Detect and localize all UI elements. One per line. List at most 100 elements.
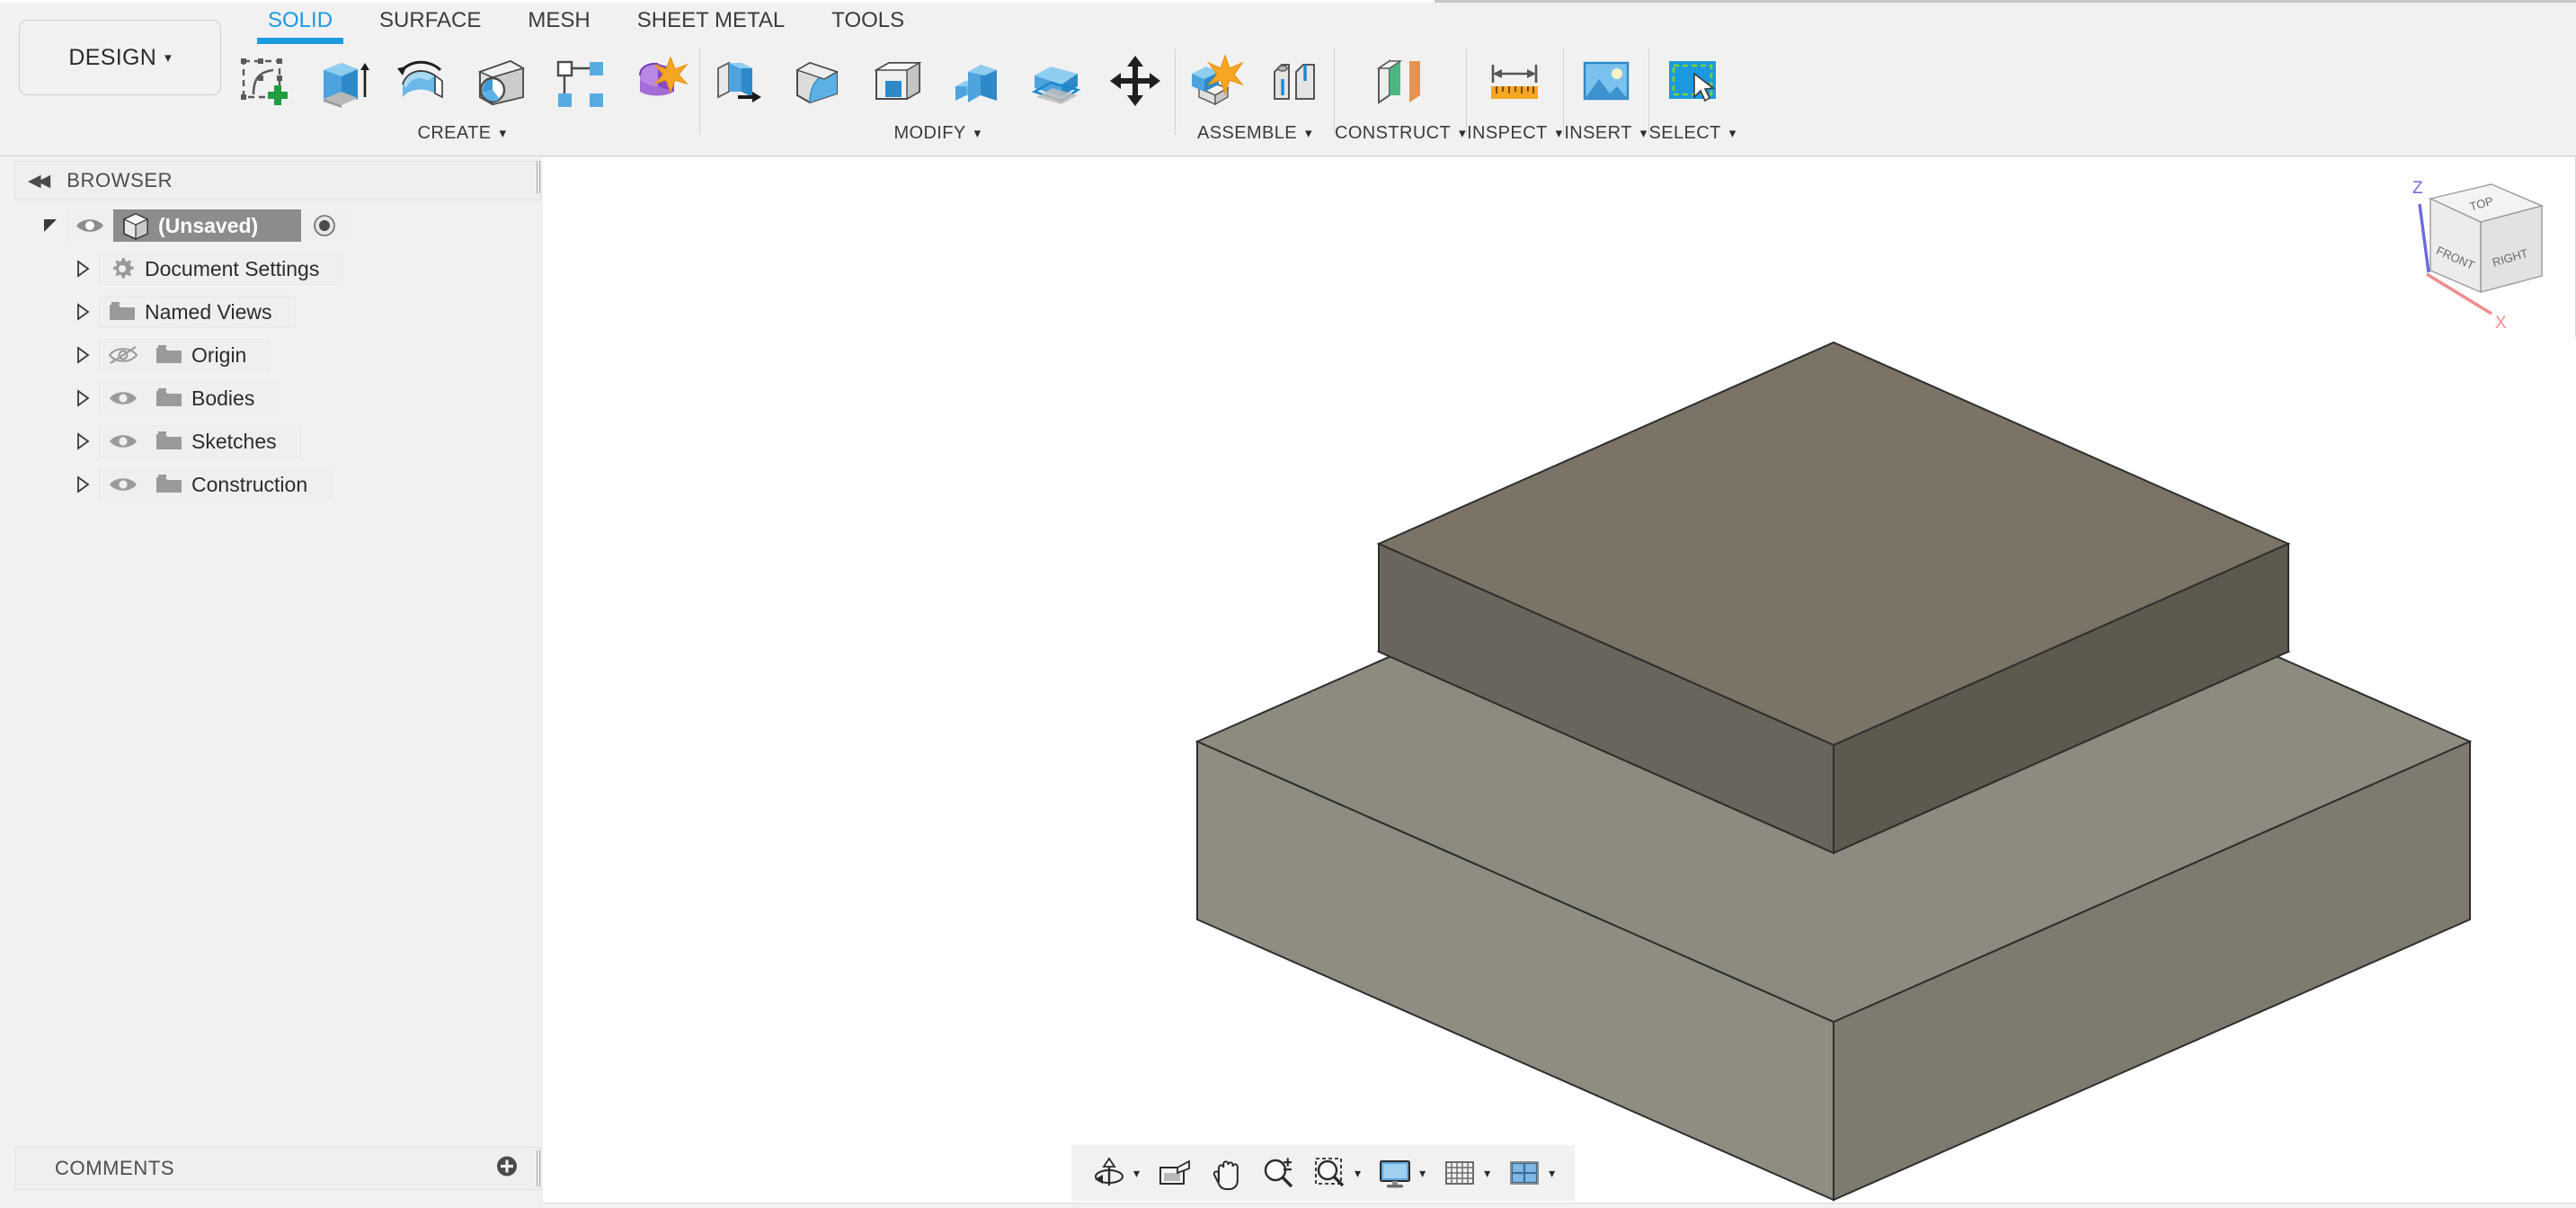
tab-mesh[interactable]: MESH bbox=[504, 5, 613, 36]
comments-title: COMMENTS bbox=[55, 1157, 175, 1179]
tree-label-named-views: Named Views bbox=[145, 299, 272, 324]
extrude-button[interactable] bbox=[304, 43, 383, 119]
tree-row-bodies-body[interactable]: Bodies bbox=[99, 382, 280, 414]
expand-toggle-document-settings[interactable] bbox=[67, 259, 99, 279]
folder-icon bbox=[100, 300, 145, 324]
browser-tree: (Unsaved) Document Settings Named Views … bbox=[0, 204, 543, 506]
tree-row-origin[interactable]: Origin bbox=[0, 333, 543, 377]
select-button[interactable] bbox=[1650, 43, 1735, 119]
comments-resize-handle[interactable] bbox=[537, 1150, 540, 1186]
visibility-toggle-bodies[interactable] bbox=[100, 388, 147, 408]
expand-toggle-root[interactable] bbox=[34, 216, 67, 235]
create-form-button[interactable] bbox=[620, 43, 699, 119]
combine-button[interactable] bbox=[937, 43, 1017, 119]
inspect-group-label[interactable]: INSPECT ▾ bbox=[1467, 119, 1562, 147]
visibility-toggle-sketches[interactable] bbox=[100, 431, 147, 451]
comments-bar[interactable]: COMMENTS bbox=[14, 1147, 541, 1190]
fillet-button[interactable] bbox=[779, 43, 858, 119]
tree-row-root[interactable]: (Unsaved) bbox=[0, 204, 543, 247]
tree-row-sketches-body[interactable]: Sketches bbox=[99, 425, 301, 457]
tree-row-document-settings[interactable]: Document Settings bbox=[0, 247, 543, 290]
press-pull-button[interactable] bbox=[700, 43, 779, 119]
joint-button[interactable] bbox=[1255, 43, 1334, 119]
select-group-label[interactable]: SELECT ▾ bbox=[1649, 119, 1737, 147]
insert-image-button[interactable] bbox=[1564, 43, 1648, 119]
tab-mesh-label: MESH bbox=[528, 8, 591, 32]
expand-toggle-named-views[interactable] bbox=[67, 302, 99, 322]
orbit-button[interactable]: ▾ bbox=[1084, 1149, 1147, 1197]
tab-solid[interactable]: SOLID bbox=[244, 5, 356, 44]
workspace-switcher-button[interactable]: DESIGN ▾ bbox=[19, 20, 221, 95]
workspace-switcher-label: DESIGN bbox=[68, 44, 157, 70]
tree-row-named-views-body[interactable]: Named Views bbox=[99, 296, 297, 328]
modify-group-label[interactable]: MODIFY ▾ bbox=[700, 119, 1175, 147]
tree-row-document-settings-body[interactable]: Document Settings bbox=[99, 253, 344, 285]
model-stepped-frustum[interactable] bbox=[543, 157, 2576, 1208]
new-component-button[interactable] bbox=[1176, 43, 1255, 119]
shell-button[interactable] bbox=[858, 43, 937, 119]
zoom-button[interactable] bbox=[1253, 1149, 1303, 1197]
root-node-chip[interactable]: (Unsaved) bbox=[113, 209, 302, 242]
expand-toggle-origin[interactable] bbox=[67, 345, 99, 365]
tool-group-insert: INSERT ▾ bbox=[1564, 43, 1648, 156]
chevron-down-icon: ▾ bbox=[1555, 126, 1563, 141]
root-node-label: (Unsaved) bbox=[158, 213, 259, 237]
tree-row-origin-body[interactable]: Origin bbox=[99, 339, 271, 371]
tab-surface[interactable]: SURFACE bbox=[356, 5, 504, 36]
hole-button[interactable] bbox=[462, 43, 541, 119]
tool-group-assemble: ASSEMBLE ▾ bbox=[1176, 43, 1334, 156]
chevron-down-icon[interactable]: ▾ bbox=[1484, 1166, 1490, 1181]
chevron-down-icon[interactable]: ▾ bbox=[1355, 1166, 1361, 1181]
tree-row-named-views[interactable]: Named Views bbox=[0, 290, 543, 333]
browser-header[interactable]: ◀◀ BROWSER bbox=[14, 161, 541, 200]
offset-plane-button[interactable] bbox=[1358, 43, 1443, 119]
tree-label-origin: Origin bbox=[191, 342, 247, 367]
view-cube[interactable]: TOP FRONT RIGHT Z X bbox=[2366, 166, 2560, 337]
tool-group-create: CREATE ▾ bbox=[225, 43, 699, 156]
create-group-label[interactable]: CREATE ▾ bbox=[225, 119, 699, 147]
tab-solid-label: SOLID bbox=[268, 8, 333, 32]
grid-snaps-button[interactable]: ▾ bbox=[1435, 1149, 1497, 1197]
construct-group-label[interactable]: CONSTRUCT ▾ bbox=[1335, 119, 1466, 147]
tree-row-bodies[interactable]: Bodies bbox=[0, 377, 543, 420]
create-sketch-button[interactable] bbox=[225, 43, 304, 119]
expand-toggle-construction[interactable] bbox=[67, 475, 99, 494]
tab-sheet-metal-label: SHEET METAL bbox=[636, 8, 786, 32]
folder-icon bbox=[147, 343, 191, 367]
chevron-down-icon[interactable]: ▾ bbox=[1549, 1166, 1555, 1181]
expand-toggle-sketches[interactable] bbox=[67, 431, 99, 451]
display-settings-button[interactable]: ▾ bbox=[1370, 1149, 1433, 1197]
component-activate-toggle[interactable] bbox=[301, 212, 348, 239]
insert-group-label[interactable]: INSERT ▾ bbox=[1564, 119, 1648, 147]
visibility-toggle-root[interactable] bbox=[67, 216, 113, 235]
collapse-left-icon[interactable]: ◀◀ bbox=[28, 171, 50, 191]
tree-row-root-body[interactable]: (Unsaved) bbox=[67, 209, 349, 242]
plus-circle-icon[interactable] bbox=[495, 1155, 519, 1183]
tab-tools-label: TOOLS bbox=[831, 8, 905, 32]
3d-viewport[interactable]: TOP FRONT RIGHT Z X bbox=[543, 157, 2576, 1208]
visibility-toggle-construction[interactable] bbox=[100, 475, 147, 494]
tab-tools[interactable]: TOOLS bbox=[808, 5, 928, 36]
assemble-group-label[interactable]: ASSEMBLE ▾ bbox=[1176, 119, 1334, 147]
expand-toggle-bodies[interactable] bbox=[67, 388, 99, 408]
tree-row-construction-body[interactable]: Construction bbox=[99, 468, 333, 501]
move-copy-button[interactable] bbox=[1096, 43, 1175, 119]
tool-group-select: SELECT ▾ bbox=[1649, 43, 1737, 156]
zoom-window-button[interactable]: ▾ bbox=[1305, 1149, 1368, 1197]
viewports-button[interactable]: ▾ bbox=[1499, 1149, 1562, 1197]
construct-icons bbox=[1358, 43, 1443, 119]
chevron-down-icon[interactable]: ▾ bbox=[1419, 1166, 1426, 1181]
tab-sheet-metal[interactable]: SHEET METAL bbox=[614, 5, 808, 36]
revolve-button[interactable] bbox=[383, 43, 462, 119]
browser-title: BROWSER bbox=[67, 169, 173, 191]
pan-button[interactable] bbox=[1201, 1149, 1251, 1197]
tree-row-sketches[interactable]: Sketches bbox=[0, 420, 543, 463]
offset-face-button[interactable] bbox=[1017, 43, 1096, 119]
tree-row-construction[interactable]: Construction bbox=[0, 463, 543, 506]
measure-button[interactable] bbox=[1472, 43, 1557, 119]
visibility-toggle-origin[interactable] bbox=[100, 344, 147, 366]
panel-resize-handle[interactable] bbox=[537, 161, 540, 193]
rectangular-pattern-button[interactable] bbox=[541, 43, 620, 119]
look-at-button[interactable] bbox=[1149, 1149, 1199, 1197]
chevron-down-icon[interactable]: ▾ bbox=[1133, 1166, 1140, 1181]
